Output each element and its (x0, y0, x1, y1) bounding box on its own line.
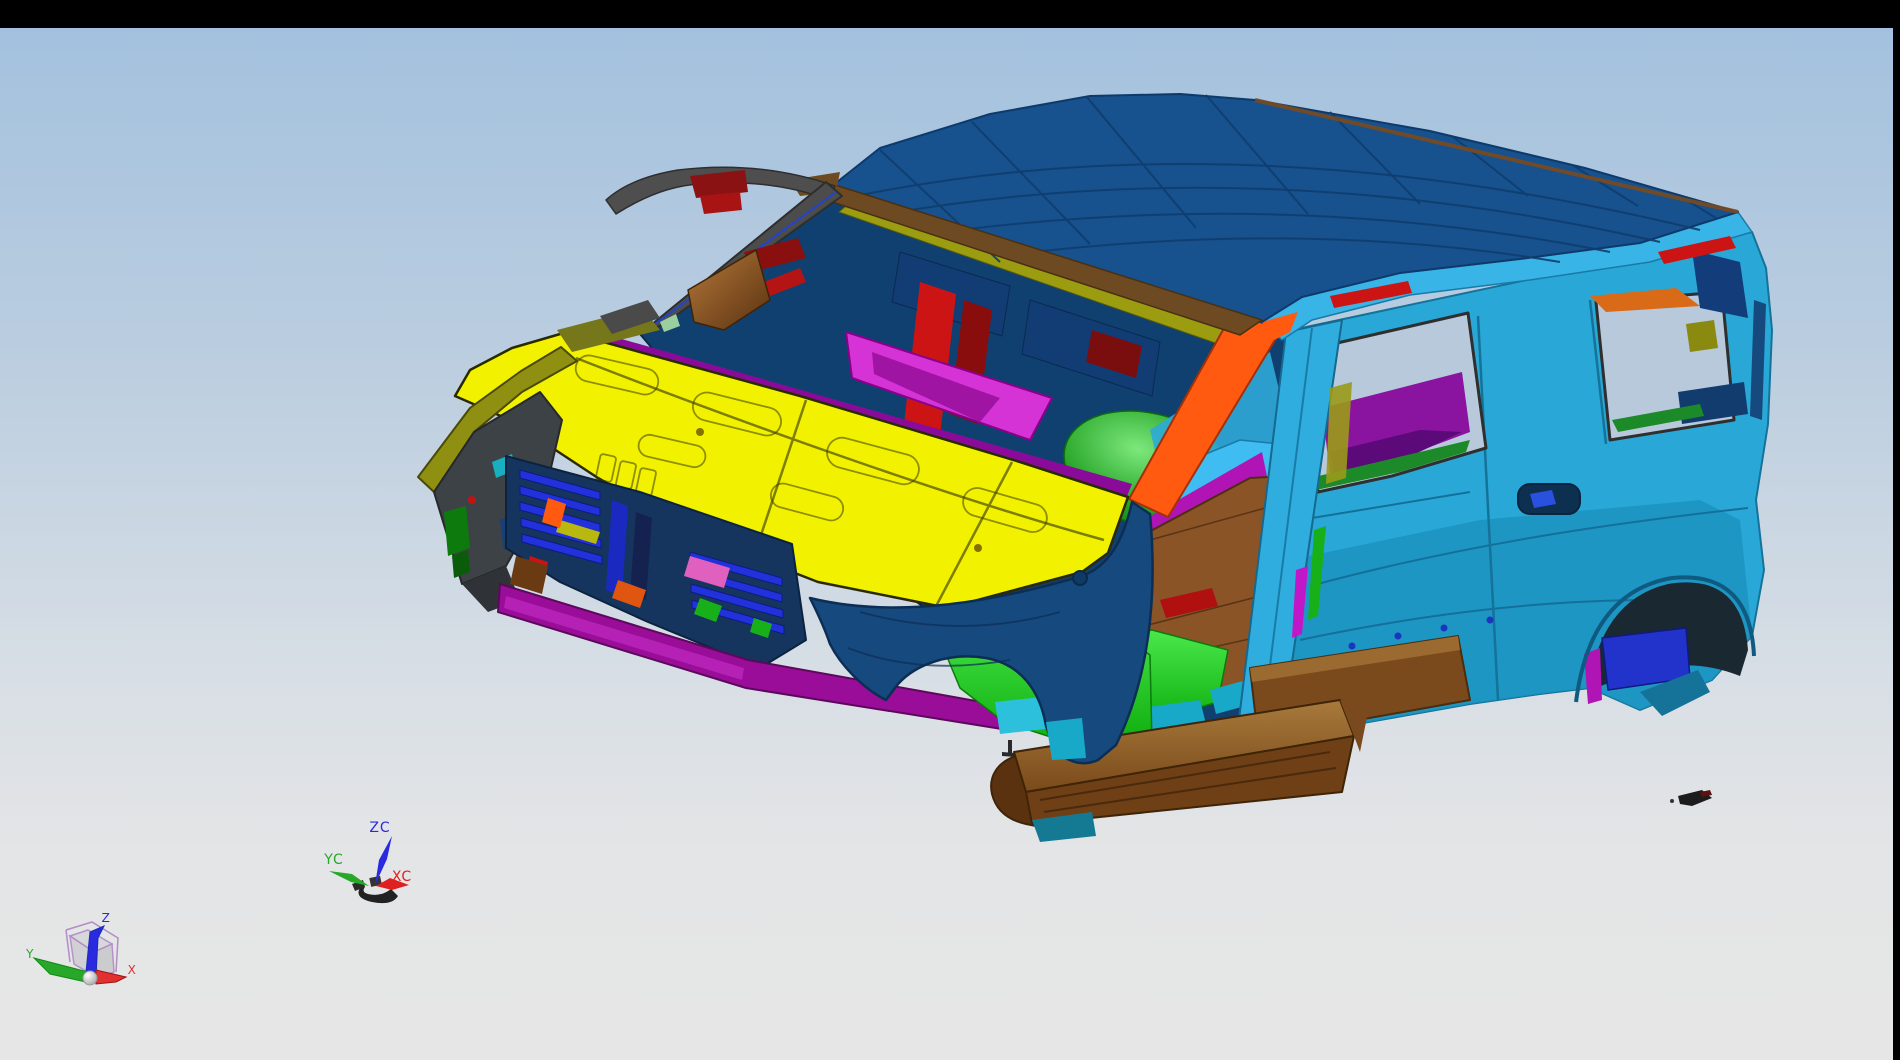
hood-bolt (696, 428, 704, 436)
view-z-label: Z (102, 911, 111, 925)
rod-post (1008, 740, 1012, 754)
view-x-label: X (128, 963, 137, 977)
window-right-bar (1893, 0, 1900, 1060)
fender-green-box (444, 506, 470, 556)
wcs-x-label: XC (392, 869, 412, 885)
wcs-z-label: ZC (369, 820, 390, 836)
rear-door-handle[interactable] (1518, 484, 1580, 514)
wcs-y-label: YC (323, 852, 344, 868)
fender-red-dot (468, 496, 476, 504)
fender-teal-bracket (1046, 718, 1086, 760)
application-window: ZC YC XC Z Y X (0, 0, 1900, 1060)
triad-origin-sphere[interactable] (83, 971, 97, 985)
cad-canvas[interactable]: ZC YC XC Z Y X (0, 0, 1900, 1060)
fender-hole (1073, 571, 1087, 585)
view-y-label: Y (25, 947, 34, 961)
hood-bolt (974, 544, 982, 552)
window-top-bar (0, 0, 1900, 28)
quarter-window-bracket (1686, 320, 1718, 352)
